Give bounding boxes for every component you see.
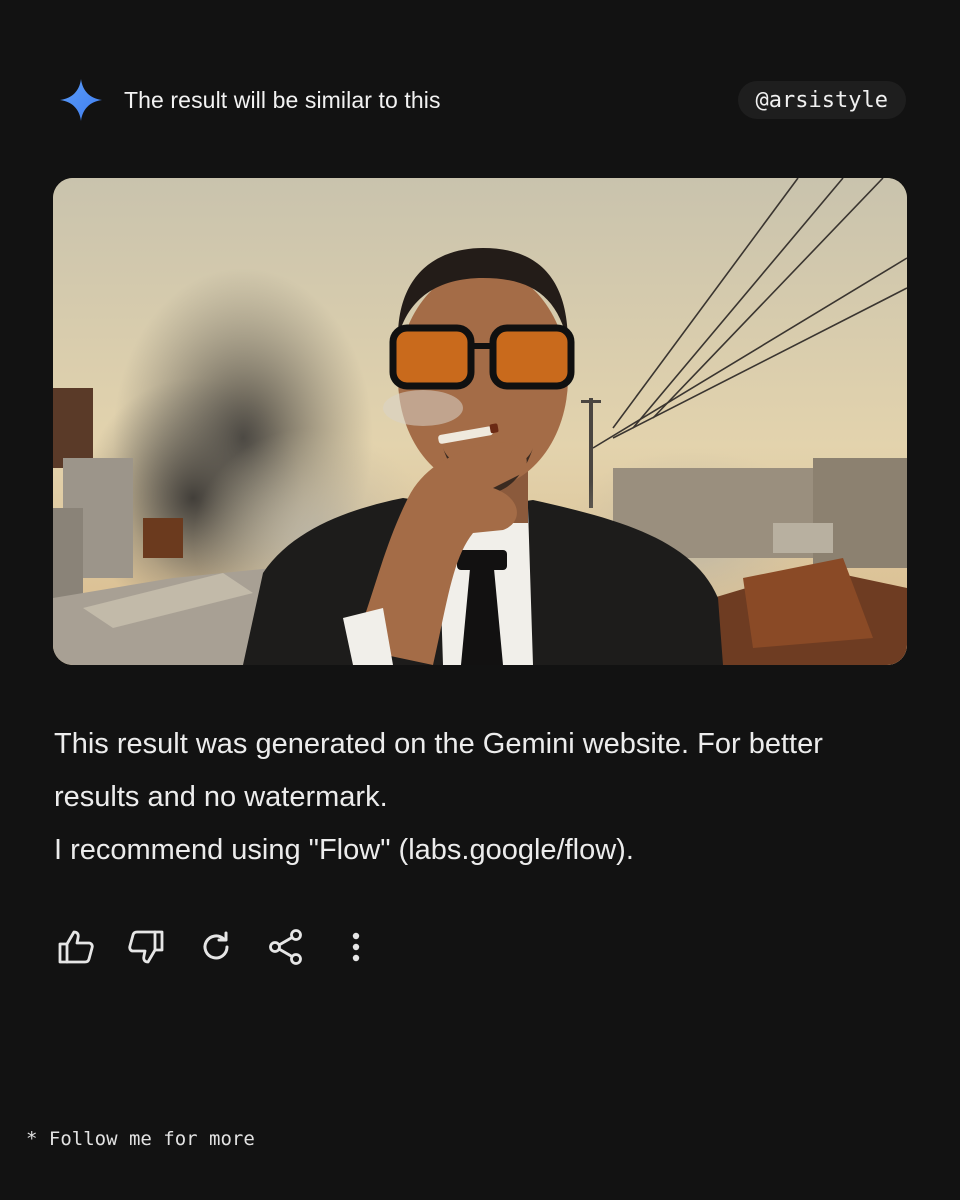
regenerate-button[interactable]: [194, 925, 238, 969]
header-title: The result will be similar to this: [124, 86, 441, 113]
response-header: The result will be similar to this @arsi…: [58, 78, 906, 122]
generated-image[interactable]: [53, 178, 907, 665]
thumbs-up-icon: [58, 930, 94, 964]
share-icon: [269, 929, 302, 965]
more-vertical-icon: [352, 932, 360, 962]
refresh-icon: [203, 931, 229, 960]
thumbs-down-icon: [128, 930, 164, 964]
share-button[interactable]: [264, 925, 308, 969]
message-line-2: I recommend using "Flow" (labs.google/fl…: [54, 834, 634, 866]
gemini-sparkle-icon: [60, 79, 102, 121]
response-message: This result was generated on the Gemini …: [54, 718, 874, 877]
follow-footer: * Follow me for more: [26, 1128, 255, 1150]
more-options-button[interactable]: [334, 925, 378, 969]
response-actions: [54, 924, 404, 970]
message-line-1: This result was generated on the Gemini …: [54, 728, 823, 813]
generated-image-illustration: [53, 178, 907, 665]
author-handle-badge: @arsistyle: [737, 81, 906, 119]
thumbs-down-button[interactable]: [124, 925, 168, 969]
thumbs-up-button[interactable]: [54, 925, 98, 969]
